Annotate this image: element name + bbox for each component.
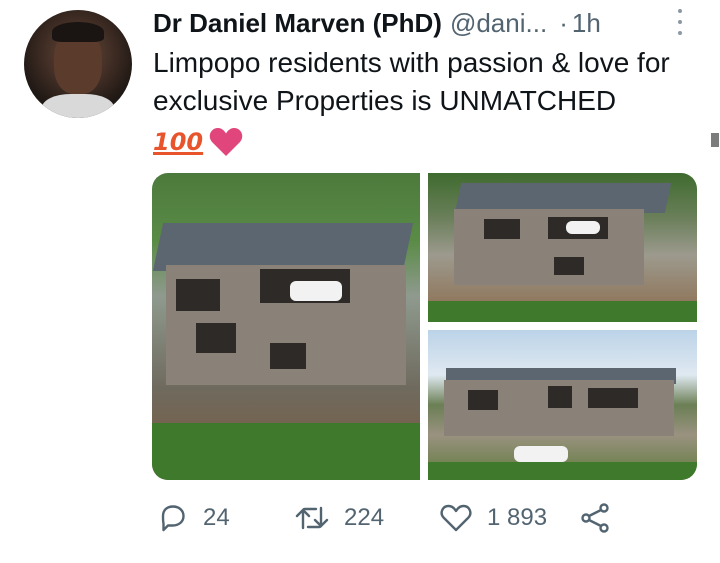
- author-name[interactable]: Dr Daniel Marven (PhD): [153, 8, 442, 39]
- house-photo-1[interactable]: [152, 173, 420, 480]
- avatar[interactable]: [24, 10, 132, 118]
- reply-count: 24: [203, 504, 230, 531]
- reply-icon: [157, 502, 189, 534]
- heart-emoji-icon: [209, 127, 243, 157]
- author-handle[interactable]: @dani...: [450, 8, 547, 39]
- house-photo-3[interactable]: [428, 330, 697, 480]
- house-window: [196, 323, 236, 353]
- hundred-points-emoji: 100: [153, 128, 204, 156]
- house-window: [270, 343, 306, 369]
- share-icon: [579, 502, 611, 534]
- house-roof: [152, 223, 414, 271]
- house-window: [548, 386, 572, 408]
- house-window: [484, 219, 520, 239]
- avatar-hair: [52, 22, 104, 42]
- tweet-text: Limpopo residents with passion & love fo…: [153, 47, 670, 116]
- retweet-count: 224: [344, 504, 385, 531]
- pickup-truck: [514, 446, 568, 462]
- car-white: [566, 221, 600, 234]
- retweet-icon: [294, 502, 330, 534]
- grass: [428, 301, 697, 322]
- house-window: [176, 279, 220, 311]
- scrollbar-thumb[interactable]: [711, 133, 719, 147]
- grass: [428, 462, 697, 480]
- share-button[interactable]: [579, 500, 611, 536]
- house-window: [468, 390, 498, 410]
- more-dot: [678, 31, 682, 35]
- tweet-timestamp[interactable]: 1h: [572, 8, 601, 39]
- house-window: [588, 388, 638, 408]
- house-window: [554, 257, 584, 275]
- more-vertical-icon[interactable]: [672, 9, 688, 35]
- like-count: 1 893: [487, 504, 548, 531]
- car-white: [290, 281, 342, 301]
- header-separator: ·: [559, 8, 568, 38]
- house-photo-2[interactable]: [428, 173, 697, 322]
- more-dot: [678, 9, 682, 13]
- media-grid: [152, 173, 697, 480]
- like-button[interactable]: 1 893: [439, 500, 547, 536]
- grass: [152, 423, 420, 480]
- avatar-shirt: [42, 94, 114, 118]
- more-dot: [678, 20, 682, 24]
- retweet-button[interactable]: 224: [294, 500, 384, 536]
- reply-button[interactable]: 24: [157, 500, 230, 536]
- like-icon: [439, 502, 473, 534]
- tweet-actions: 24 224 1 893: [153, 500, 623, 536]
- emoji-row: 100: [153, 124, 243, 160]
- tweet-header: Dr Daniel Marven (PhD) @dani... · 1h: [153, 8, 601, 40]
